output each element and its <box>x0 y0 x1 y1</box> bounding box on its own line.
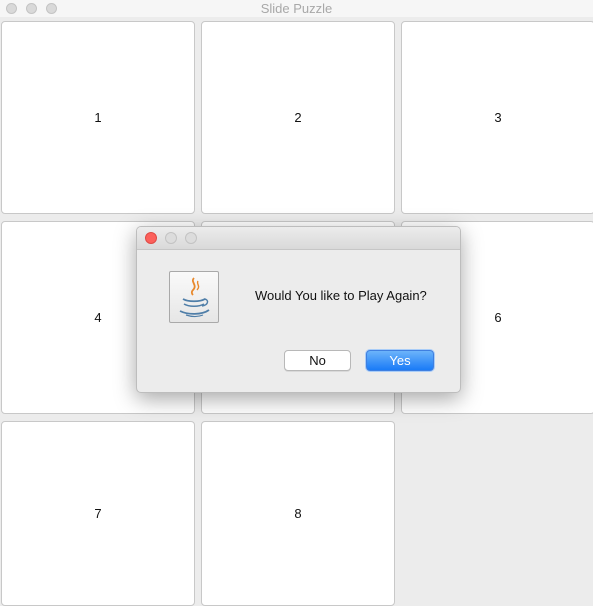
tile-number: 7 <box>94 506 102 521</box>
dialog-minimize-button <box>165 232 177 244</box>
tile-number: 3 <box>494 110 502 125</box>
tile-number: 8 <box>294 506 302 521</box>
dialog-message: Would You like to Play Again? <box>255 288 427 303</box>
puzzle-tile-3[interactable]: 3 <box>401 21 593 214</box>
puzzle-tile-8[interactable]: 8 <box>201 421 395 606</box>
puzzle-tile-7[interactable]: 7 <box>1 421 195 606</box>
puzzle-tile-2[interactable]: 2 <box>201 21 395 214</box>
yes-button[interactable]: Yes <box>366 350 434 371</box>
puzzle-tile-1[interactable]: 1 <box>1 21 195 214</box>
java-coffee-cup-icon <box>169 271 219 323</box>
dialog-close-button[interactable] <box>145 232 157 244</box>
tile-number: 2 <box>294 110 302 125</box>
tile-number: 4 <box>94 310 102 325</box>
dialog-zoom-button <box>185 232 197 244</box>
play-again-dialog: Would You like to Play Again? No Yes <box>136 226 461 393</box>
window-title: Slide Puzzle <box>260 1 333 16</box>
tile-number: 1 <box>94 110 102 125</box>
window-titlebar: Slide Puzzle <box>0 0 593 18</box>
no-button[interactable]: No <box>284 350 351 371</box>
dialog-titlebar <box>137 227 460 250</box>
tile-number: 6 <box>494 310 502 325</box>
